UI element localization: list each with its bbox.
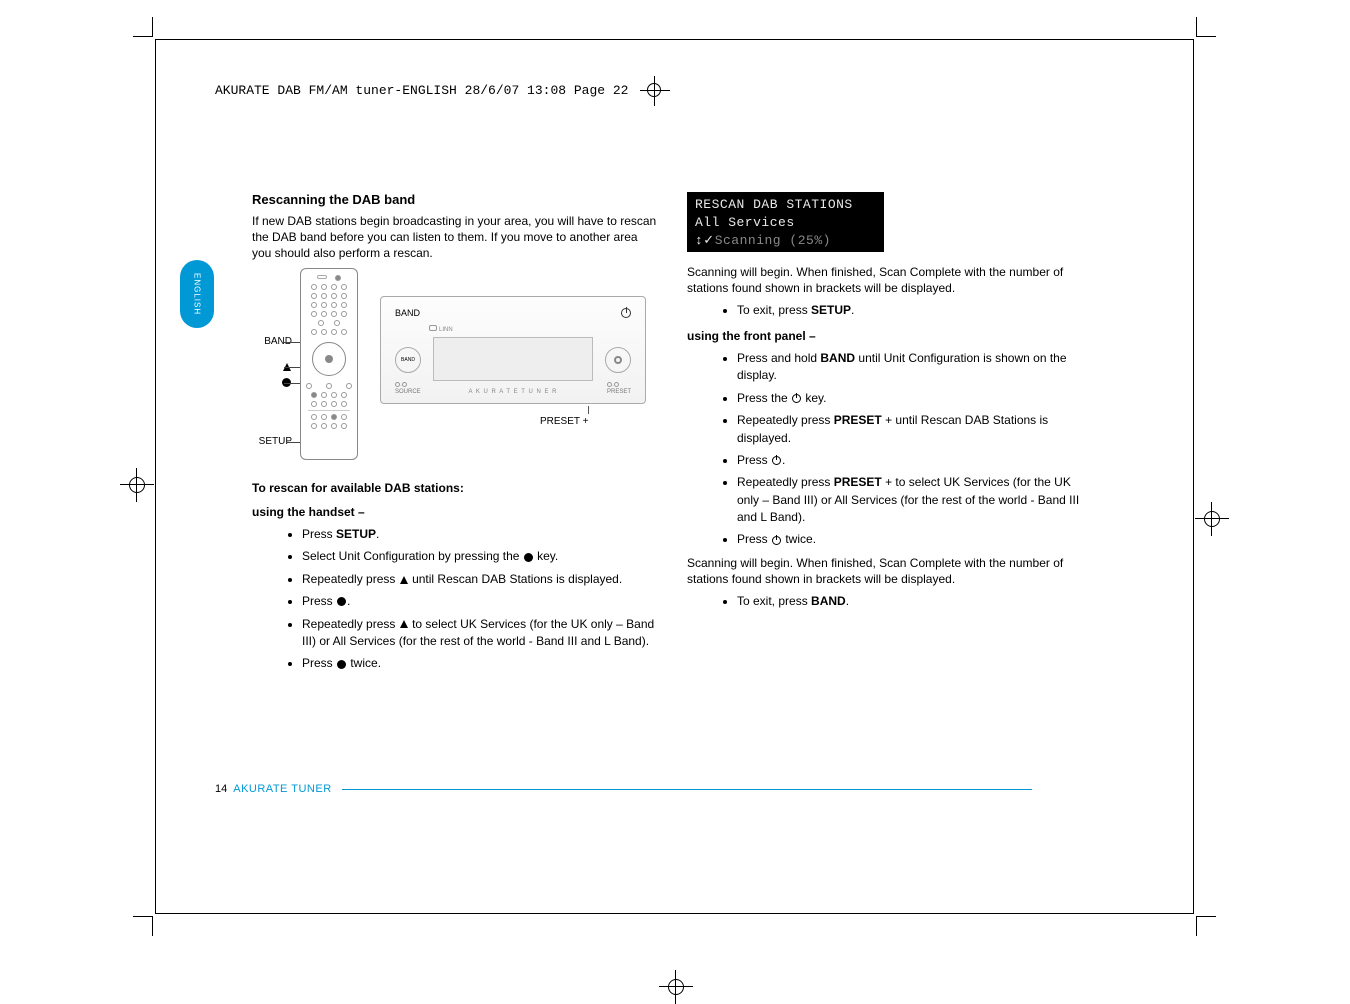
triangle-up-icon (400, 576, 408, 584)
crop-mark (1196, 916, 1216, 936)
diagram: BAND SETUP (252, 268, 657, 468)
product-name: AKURATE TUNER (233, 783, 331, 795)
lcd-line2: All Services (695, 214, 876, 232)
power-icon (772, 536, 781, 545)
content-columns: Rescanning the DAB band If new DAB stati… (252, 192, 1092, 679)
circle-icon (337, 597, 346, 606)
header-text: AKURATE DAB FM/AM tuner-ENGLISH 28/6/07 … (215, 83, 628, 98)
remote-illustration (300, 268, 358, 460)
print-header: AKURATE DAB FM/AM tuner-ENGLISH 28/6/07 … (215, 83, 670, 98)
band-knob: BAND (395, 347, 421, 373)
remote-label-band: BAND (246, 336, 292, 347)
linn-logo: LINN (429, 325, 453, 333)
exit-list: To exit, press SETUP. (687, 302, 1092, 319)
list-item: To exit, press BAND. (737, 593, 1092, 610)
list-item: Press and hold BAND until Unit Configura… (737, 350, 1092, 385)
device-brand: A K U R A T E T U N E R (381, 389, 645, 395)
registration-mark (1195, 502, 1229, 536)
language-tab: ENGLISH (180, 260, 214, 328)
crop-mark (133, 17, 153, 37)
list-item: Select Unit Configuration by pressing th… (302, 548, 657, 565)
device-band-label: BAND (395, 308, 420, 318)
list-item: Press SETUP. (302, 526, 657, 543)
handset-subheading: using the handset – (252, 504, 657, 520)
tuner-illustration: BAND BAND LINN ·SOURCE ·PRESET A K U R A… (380, 296, 646, 404)
crop-mark (133, 916, 153, 936)
remote-label-setup: SETUP (246, 436, 292, 447)
list-item: Repeatedly press PRESET + until Rescan D… (737, 412, 1092, 447)
list-item: Repeatedly press to select UK Services (… (302, 616, 657, 651)
power-icon (621, 308, 631, 318)
page-number: 14 (215, 783, 227, 795)
list-item: Repeatedly press until Rescan DAB Statio… (302, 571, 657, 588)
lcd-line1: RESCAN DAB STATIONS (695, 196, 876, 214)
list-item: Press . (302, 593, 657, 610)
crop-mark (1196, 17, 1216, 37)
circle-icon (524, 553, 533, 562)
frontpanel-subheading: using the front panel – (687, 328, 1092, 344)
device-screen (433, 337, 593, 381)
registration-mark (659, 970, 693, 1004)
rescan-heading: To rescan for available DAB stations: (252, 480, 657, 496)
intro-text: If new DAB stations begin broadcasting i… (252, 213, 657, 262)
exit-list-2: To exit, press BAND. (687, 593, 1092, 610)
registration-mark (120, 468, 154, 502)
remote-dpad (312, 342, 346, 376)
list-item: Press . (737, 452, 1092, 469)
list-item: Repeatedly press PRESET + to select UK S… (737, 474, 1092, 526)
list-item: To exit, press SETUP. (737, 302, 1092, 319)
remote-label-ok (270, 378, 292, 389)
list-item: Press twice. (302, 655, 657, 672)
power-icon (792, 394, 801, 403)
frontpanel-steps: Press and hold BAND until Unit Configura… (687, 350, 1092, 549)
select-knob (605, 347, 631, 373)
left-column: Rescanning the DAB band If new DAB stati… (252, 192, 657, 679)
handset-steps: Press SETUP. Select Unit Configuration b… (252, 526, 657, 673)
footer-rule (342, 789, 1032, 790)
page-footer: 14 AKURATE TUNER (215, 783, 1032, 795)
device-preset-label: PRESET + (540, 416, 588, 427)
list-item: Press the key. (737, 390, 1092, 407)
triangle-up-icon (400, 620, 408, 628)
lcd-display: RESCAN DAB STATIONS All Services ↕✓Scann… (687, 192, 884, 252)
list-item: Press twice. (737, 531, 1092, 548)
scan-result-text: Scanning will begin. When finished, Scan… (687, 264, 1092, 296)
lcd-line3: ↕✓Scanning (25%) (695, 232, 876, 250)
section-title: Rescanning the DAB band (252, 192, 657, 207)
right-column: RESCAN DAB STATIONS All Services ↕✓Scann… (687, 192, 1092, 679)
remote-label-up (270, 362, 292, 373)
power-icon (772, 456, 781, 465)
scan-result-text-2: Scanning will begin. When finished, Scan… (687, 555, 1092, 587)
circle-icon (337, 660, 346, 669)
registration-mark-inline (640, 84, 670, 98)
language-label: ENGLISH (193, 273, 202, 315)
